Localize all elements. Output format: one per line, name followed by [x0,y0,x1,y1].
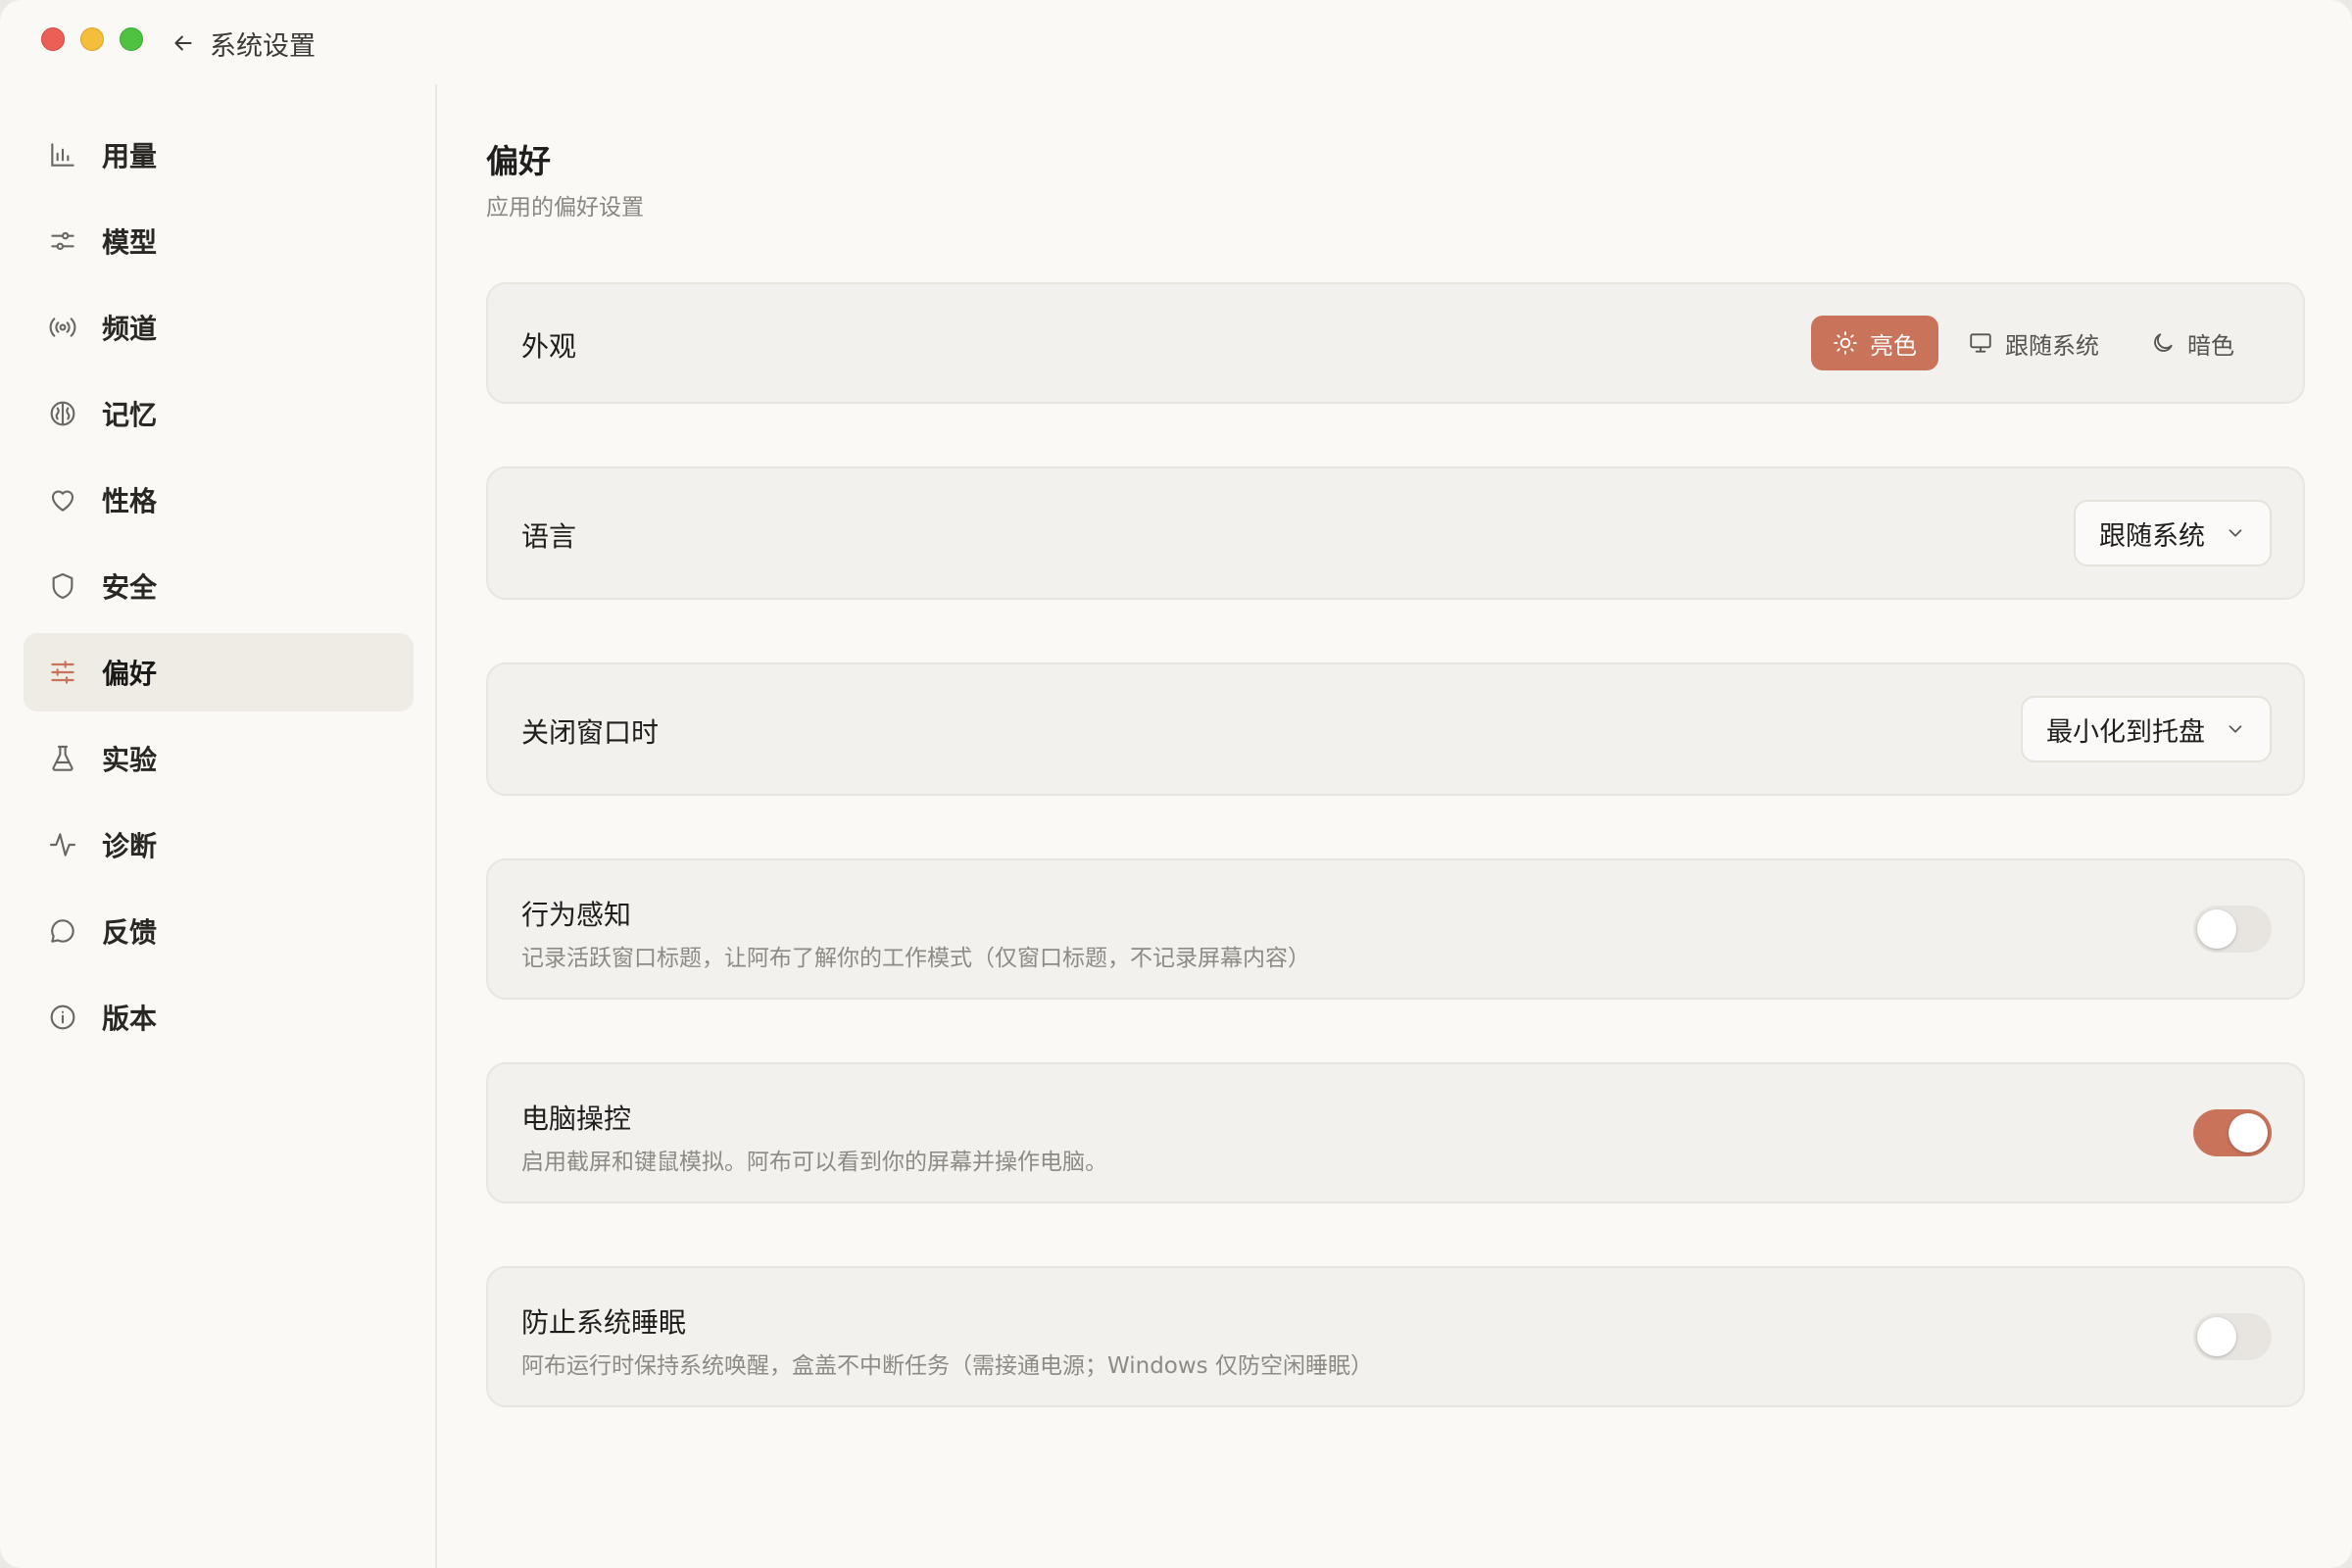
language-label: 语言 [521,520,577,553]
prevent-sleep-card: 防止系统睡眠 阿布运行时保持系统唤醒，盒盖不中断任务（需接通电源；Windows… [486,1266,2305,1407]
arrow-left-icon [174,35,192,51]
back-button[interactable]: 系统设置 [171,24,316,63]
behavior-awareness-label: 行为感知 [521,899,632,931]
behavior-awareness-card: 行为感知 记录活跃窗口标题，让阿布了解你的工作模式（仅窗口标题，不记录屏幕内容） [486,858,2305,1000]
chevron-down-icon [2229,529,2242,537]
theme-system-option[interactable]: 跟随系统 [1946,316,2121,370]
sidebar-item-label: 偏好 [102,658,158,690]
computer-control-toggle[interactable] [2193,1109,2272,1156]
sidebar-item-channels[interactable]: 频道 [24,288,414,367]
sidebar-item-label: 实验 [102,744,158,776]
theme-dark-label: 暗色 [2187,331,2234,360]
appearance-segmented-control: 亮色 跟随系统 暗色 [1811,316,2256,370]
close-window-select[interactable]: 最小化到托盘 [2021,696,2272,762]
sidebar-item-label: 用量 [102,140,158,172]
page-title: 偏好 [486,142,551,180]
sidebar-item-label: 诊断 [102,830,158,862]
close-window-label: 关闭窗口时 [521,716,660,749]
sidebar-item-personality[interactable]: 性格 [24,461,414,539]
bar-chart-icon [51,143,74,167]
sidebar-item-version[interactable]: 版本 [24,978,414,1056]
language-select-value: 跟随系统 [2099,520,2205,552]
toggle-knob [2197,909,2236,949]
chevron-down-icon [2229,725,2242,733]
chat-bubble-icon [51,919,74,943]
prevent-sleep-description: 阿布运行时保持系统唤醒，盒盖不中断任务（需接通电源；Windows 仅防空闲睡眠… [521,1353,1373,1379]
sidebar-item-label: 反馈 [102,916,158,949]
broadcast-icon [49,318,76,337]
theme-system-label: 跟随系统 [2005,331,2099,360]
computer-control-label: 电脑操控 [521,1102,632,1135]
theme-dark-option[interactable]: 暗色 [2129,316,2256,370]
brain-icon [50,401,75,426]
toggle-knob [2229,1113,2268,1152]
appearance-label: 外观 [521,330,577,363]
computer-control-description: 启用截屏和键鼠模拟。阿布可以看到你的屏幕并操作电脑。 [521,1150,1107,1175]
main-panel: 偏好 应用的偏好设置 外观 亮色 跟随系统 暗色 语言 跟随系统 关闭窗口时 最… [439,84,2352,1568]
sidebar-item-label: 版本 [102,1003,158,1035]
shield-icon [52,572,74,600]
back-label: 系统设置 [210,30,316,62]
appearance-card: 外观 亮色 跟随系统 暗色 [486,282,2305,404]
sidebar-item-label: 性格 [102,485,158,517]
sliders-icon [51,231,74,251]
toggle-knob [2197,1317,2236,1356]
theme-light-option[interactable]: 亮色 [1811,316,1938,370]
prevent-sleep-toggle[interactable] [2193,1313,2272,1360]
sidebar-item-security[interactable]: 安全 [24,547,414,625]
zoom-window-button[interactable] [120,27,143,51]
title-bar: 系统设置 [0,0,2352,84]
heart-icon [51,490,74,512]
sidebar-item-usage[interactable]: 用量 [24,116,414,194]
sidebar-item-models[interactable]: 模型 [24,202,414,280]
sidebar-item-experiments[interactable]: 实验 [24,719,414,798]
close-window-card: 关闭窗口时 最小化到托盘 [486,662,2305,796]
flask-icon [52,745,74,771]
theme-light-label: 亮色 [1870,331,1917,360]
behavior-awareness-toggle[interactable] [2193,906,2272,953]
settings-window: 系统设置 用量 模型 频道 记忆 性格 安全 偏好 实验 诊断 反馈 版本 偏好… [0,0,2352,1568]
info-icon [50,1004,75,1030]
prevent-sleep-label: 防止系统睡眠 [521,1306,687,1339]
sidebar-item-label: 安全 [102,571,158,604]
computer-control-card: 电脑操控 启用截屏和键鼠模拟。阿布可以看到你的屏幕并操作电脑。 [486,1062,2305,1203]
language-select[interactable]: 跟随系统 [2074,500,2272,566]
behavior-awareness-description: 记录活跃窗口标题，让阿布了解你的工作模式（仅窗口标题，不记录屏幕内容） [521,946,1310,971]
sidebar: 用量 模型 频道 记忆 性格 安全 偏好 实验 诊断 反馈 版本 [0,84,437,1568]
language-card: 语言 跟随系统 [486,466,2305,600]
sidebar-item-label: 记忆 [102,399,158,431]
sidebar-item-label: 频道 [102,313,158,345]
close-window-select-value: 最小化到托盘 [2046,716,2205,748]
preferences-icon [51,661,74,684]
activity-icon [49,833,76,857]
sidebar-item-preferences[interactable]: 偏好 [24,633,414,711]
sidebar-item-diagnostics[interactable]: 诊断 [24,806,414,884]
moon-icon [2154,333,2173,352]
sidebar-item-label: 模型 [102,226,158,259]
minimize-window-button[interactable] [80,27,104,51]
sidebar-item-feedback[interactable]: 反馈 [24,892,414,970]
monitor-icon [1970,333,1991,353]
page-subtitle: 应用的偏好设置 [486,195,644,220]
close-window-button[interactable] [41,27,65,51]
sidebar-item-memory[interactable]: 记忆 [24,374,414,453]
sun-icon [1834,331,1857,355]
